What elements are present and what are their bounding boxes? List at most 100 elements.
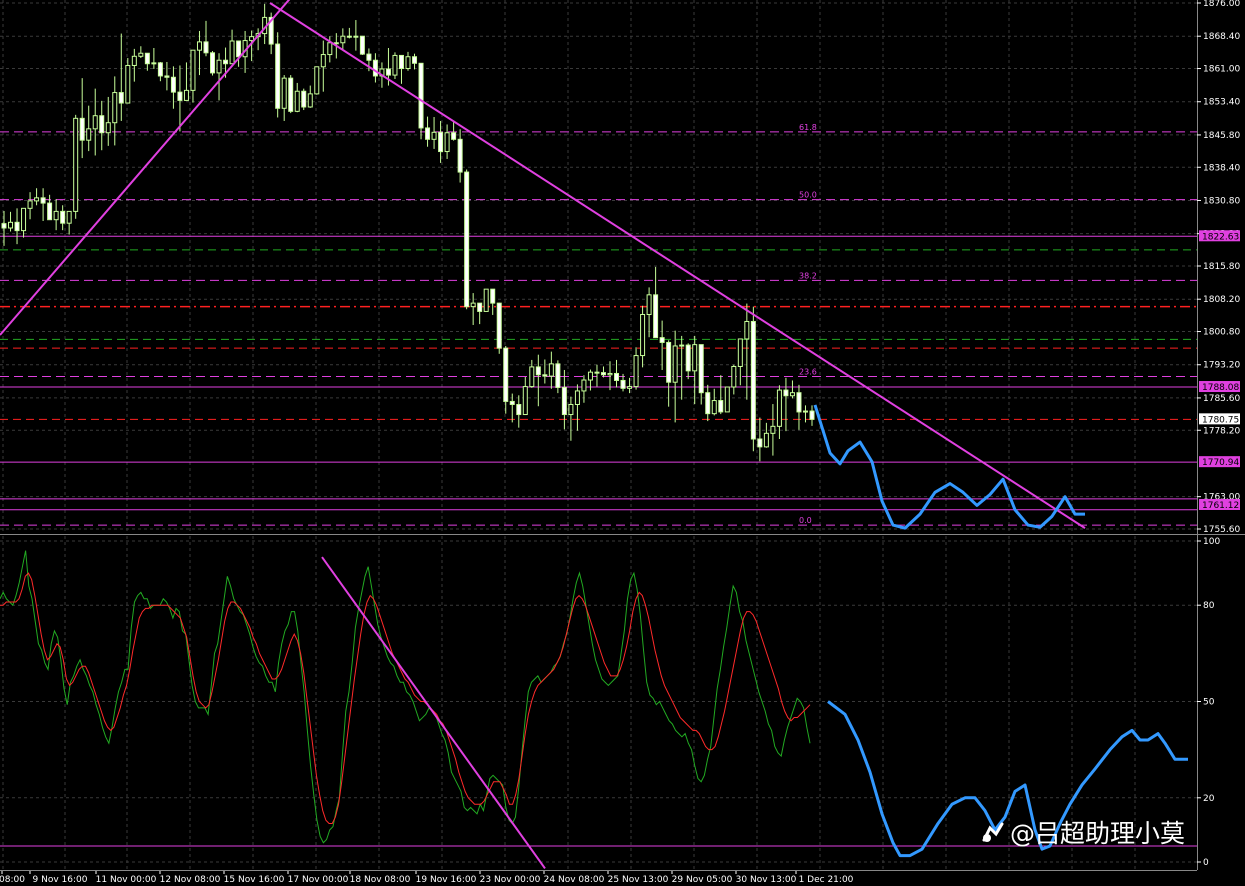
candle-body-up <box>444 132 450 153</box>
candle-body-up <box>646 294 652 315</box>
candle-body-down <box>164 75 170 78</box>
candle-body-down <box>464 171 470 308</box>
y-tick-label: 1755.60 <box>1203 525 1240 535</box>
candle-body-down <box>457 138 463 173</box>
candle-body-down <box>620 379 626 389</box>
candle-body-down <box>210 52 216 74</box>
y-tick-label: 1808.20 <box>1203 295 1240 305</box>
candle-body-up <box>340 35 346 44</box>
candle-body-down <box>177 91 183 101</box>
y-tick-label: 1876.00 <box>1203 0 1240 9</box>
candle-body-up <box>66 210 72 224</box>
candle-body-down <box>366 53 372 61</box>
candle-body-down <box>757 438 763 448</box>
candle-body-up <box>724 386 730 413</box>
candle-body-down <box>783 389 789 397</box>
candle-body-down <box>144 52 150 65</box>
candle-body-down <box>236 40 242 58</box>
candle-body-down <box>118 92 124 104</box>
candle-body-up <box>190 49 196 91</box>
chart-area: 61.8 50.0 38.2 23.6 0.0 1876.00 1868.40 1861.0… <box>0 0 1245 886</box>
candle-body-down <box>157 62 163 77</box>
candle-body-up <box>353 35 359 38</box>
candle-body-up <box>744 320 750 340</box>
candle-body-down <box>451 132 457 140</box>
candle-body-down <box>288 77 294 112</box>
candle-body-up <box>105 122 111 134</box>
candle-body-up <box>692 344 698 372</box>
candle-body-up <box>392 54 398 76</box>
candle-body-up <box>633 355 639 388</box>
stoch-tick-label: 100 <box>1203 537 1220 547</box>
watermark: @吕超助理小莫 <box>978 814 1185 850</box>
candle-body-up <box>581 379 587 392</box>
candle-body-up <box>640 313 646 357</box>
fib-label: 61.8 <box>799 123 817 132</box>
x-tick-label: 24 Nov 08:00 <box>544 875 605 885</box>
candle-body-down <box>718 400 724 413</box>
candle-body-up <box>607 372 613 376</box>
candle-body-down <box>496 302 502 349</box>
candle-body-up <box>731 365 737 388</box>
y-tick-label: 1861.00 <box>1203 65 1240 75</box>
y-tick-label: 1793.20 <box>1203 361 1240 371</box>
candle-body-up <box>574 390 580 405</box>
y-tick-label: 1838.40 <box>1203 163 1240 173</box>
candle-body-up <box>679 344 685 347</box>
candle-body-down <box>170 76 176 93</box>
candle-body-down <box>542 374 548 377</box>
candle-body-up <box>346 35 352 38</box>
candle-body-up <box>627 386 633 389</box>
candle-body-down <box>503 347 509 402</box>
x-tick-label: 17 Nov 00:00 <box>288 875 349 885</box>
candle-body-down <box>600 372 606 376</box>
x-tick-label: 15 Nov 16:00 <box>224 875 285 885</box>
candle-body-down <box>418 62 424 129</box>
candle-body-up <box>196 41 202 51</box>
candle-body-up <box>281 77 287 109</box>
candle-body-down <box>301 90 307 108</box>
candle-body-down <box>79 117 85 141</box>
candle-body-down <box>535 366 541 376</box>
candle-body-up <box>229 40 235 65</box>
candle-body-up <box>8 221 14 229</box>
watermark-text: @吕超助理小莫 <box>1010 819 1186 848</box>
stoch-tick-label: 20 <box>1203 794 1215 804</box>
candle-body-down <box>666 341 672 383</box>
candle-body-down <box>438 131 444 153</box>
x-tick-label: 19 Nov 16:00 <box>416 875 477 885</box>
candle-body-up <box>183 89 189 101</box>
candle-body-up <box>53 210 59 221</box>
candle-body-down <box>653 294 659 339</box>
candle-body-down <box>555 363 561 388</box>
candle-body-down <box>750 320 756 440</box>
fib-label: 23.6 <box>799 368 817 377</box>
candle-body-down <box>594 371 600 374</box>
x-tick-label: 1 Dec 21:00 <box>799 875 854 885</box>
candle-body-down <box>477 302 483 312</box>
candle-body-down <box>203 41 209 54</box>
candle-body-up <box>802 410 808 413</box>
candle-body-down <box>1 223 7 229</box>
candle-body-up <box>294 90 300 112</box>
y-tick-label: 1785.60 <box>1203 394 1240 404</box>
candle-body-down <box>516 403 522 416</box>
candle-body-down <box>509 400 515 405</box>
y-tick-label: 1778.20 <box>1203 426 1240 436</box>
candle-body-up <box>770 425 776 434</box>
price-tag-label: 1822.63 <box>1202 232 1239 242</box>
candle-body-up <box>73 117 79 212</box>
candle-body-up <box>483 288 489 312</box>
candle-body-down <box>659 337 665 343</box>
x-tick-label: 11 Nov 00:00 <box>96 875 157 885</box>
candle-body-down <box>425 127 431 140</box>
fib-label: 38.2 <box>799 271 817 280</box>
candle-body-down <box>359 35 365 55</box>
candle-body-up <box>672 345 678 383</box>
x-tick-label: 9 Nov 16:00 <box>33 875 88 885</box>
candle-body-down <box>385 68 391 76</box>
candle-body-down <box>796 392 802 413</box>
candle-body-up <box>327 42 333 56</box>
candle-body-up <box>86 128 92 141</box>
y-tick-label: 1853.40 <box>1203 98 1240 108</box>
